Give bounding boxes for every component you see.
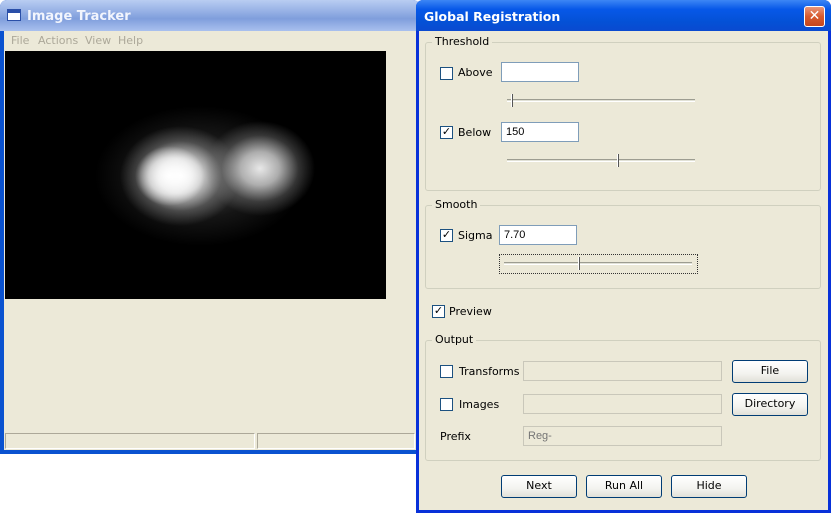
prefix-label: Prefix bbox=[440, 430, 471, 443]
run-all-button[interactable]: Run All bbox=[586, 475, 662, 498]
image-tracker-window: Image Tracker File Actions View Help bbox=[0, 0, 420, 454]
images-checkbox[interactable] bbox=[440, 398, 453, 411]
next-button[interactable]: Next bbox=[501, 475, 577, 498]
sigma-slider[interactable] bbox=[504, 262, 692, 265]
hide-button[interactable]: Hide bbox=[671, 475, 747, 498]
transforms-path-input[interactable] bbox=[523, 361, 722, 381]
check-mark-icon: ✓ bbox=[441, 125, 452, 138]
sigma-slider-thumb[interactable] bbox=[577, 257, 582, 270]
directory-button[interactable]: Directory bbox=[732, 393, 808, 416]
above-slider[interactable] bbox=[507, 99, 695, 102]
statusbar bbox=[4, 432, 416, 450]
menu-file[interactable]: File bbox=[11, 34, 29, 47]
above-checkbox[interactable] bbox=[440, 67, 453, 80]
threshold-group: Threshold Above ✓ Below bbox=[425, 35, 821, 191]
images-path-input[interactable] bbox=[523, 394, 722, 414]
status-pane-1 bbox=[5, 433, 255, 449]
smooth-label: Smooth bbox=[432, 198, 481, 211]
menu-help[interactable]: Help bbox=[118, 34, 143, 47]
status-pane-2 bbox=[257, 433, 415, 449]
below-slider-thumb[interactable] bbox=[616, 154, 621, 167]
prefix-input[interactable] bbox=[523, 426, 722, 446]
check-mark-icon: ✓ bbox=[441, 228, 452, 241]
window-icon bbox=[7, 9, 21, 21]
above-input[interactable] bbox=[501, 62, 579, 82]
check-mark-icon: ✓ bbox=[433, 304, 444, 317]
image-tracker-client: File Actions View Help bbox=[4, 31, 416, 450]
close-button[interactable]: ✕ bbox=[804, 6, 825, 27]
preview-label: Preview bbox=[449, 305, 492, 318]
file-button[interactable]: File bbox=[732, 360, 808, 383]
below-label: Below bbox=[458, 126, 492, 139]
below-checkbox[interactable]: ✓ bbox=[440, 126, 453, 139]
dialog-titlebar[interactable]: Global Registration ✕ bbox=[416, 0, 831, 31]
below-input[interactable] bbox=[501, 122, 579, 142]
transforms-checkbox[interactable] bbox=[440, 365, 453, 378]
menu-actions[interactable]: Actions bbox=[38, 34, 78, 47]
menu-view[interactable]: View bbox=[85, 34, 111, 47]
images-label: Images bbox=[459, 398, 500, 411]
transforms-label: Transforms bbox=[459, 365, 520, 378]
preview-checkbox[interactable]: ✓ bbox=[432, 305, 445, 318]
above-slider-thumb[interactable] bbox=[510, 94, 515, 107]
above-label: Above bbox=[458, 66, 493, 79]
output-label: Output bbox=[432, 333, 477, 346]
image-tracker-titlebar[interactable]: Image Tracker bbox=[0, 0, 420, 31]
menubar: File Actions View Help bbox=[4, 31, 416, 49]
smooth-group: Smooth ✓ Sigma bbox=[425, 198, 821, 289]
below-slider[interactable] bbox=[507, 159, 695, 162]
dialog-title: Global Registration bbox=[424, 9, 561, 24]
sigma-checkbox[interactable]: ✓ bbox=[440, 229, 453, 242]
image-view[interactable] bbox=[5, 51, 386, 299]
global-registration-dialog: Global Registration ✕ Threshold Above ✓ … bbox=[416, 0, 831, 513]
sigma-label: Sigma bbox=[458, 229, 493, 242]
sigma-input[interactable] bbox=[499, 225, 577, 245]
window-title: Image Tracker bbox=[27, 9, 131, 24]
output-group: Output Transforms File Images Directory … bbox=[425, 333, 821, 461]
threshold-label: Threshold bbox=[432, 35, 493, 48]
dialog-client: Threshold Above ✓ Below Smooth ✓ Sigma ✓… bbox=[419, 31, 828, 510]
